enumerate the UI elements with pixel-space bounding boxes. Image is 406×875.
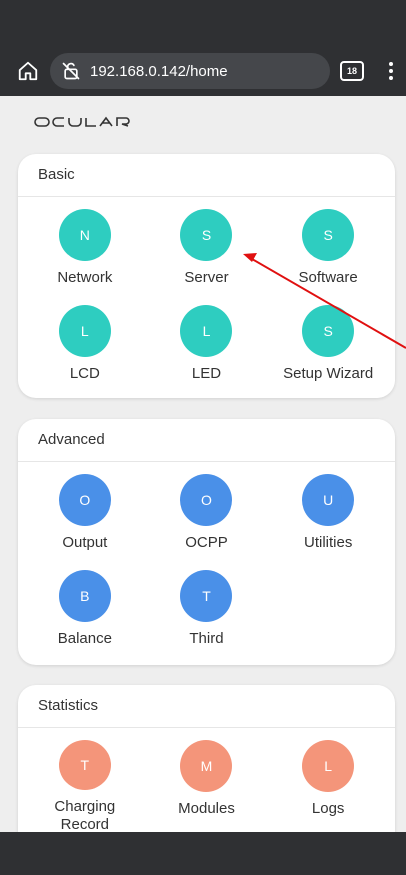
- tile-label: Server: [184, 269, 229, 286]
- tile-label: Output: [62, 534, 108, 551]
- browser-toolbar: 192.168.0.142/home 18: [0, 46, 406, 96]
- tile-label: Balance: [57, 630, 112, 647]
- tile-led[interactable]: L LED: [146, 303, 268, 399]
- software-initial-icon: S: [302, 209, 355, 261]
- tile-label: LCD: [69, 365, 100, 382]
- section-title-statistics: Statistics: [18, 685, 395, 728]
- tile-software[interactable]: S Software: [267, 207, 389, 303]
- tile-server[interactable]: S Server: [146, 207, 268, 303]
- setup-wizard-initial-icon: S: [302, 305, 355, 357]
- tile-label: Third: [189, 630, 224, 647]
- tile-label: Charging Record: [54, 798, 116, 832]
- ocular-logo: [34, 114, 144, 130]
- tile-charging-record[interactable]: T Charging Record: [24, 738, 146, 832]
- charging-record-initial-icon: T: [58, 740, 111, 790]
- third-initial-icon: T: [180, 570, 233, 622]
- tile-label: Modules: [178, 800, 235, 817]
- basic-card: Basic N Network S Server S Software L LC…: [18, 154, 395, 398]
- tile-output[interactable]: O Output: [24, 472, 146, 568]
- tile-ocpp[interactable]: O OCPP: [146, 472, 268, 568]
- lcd-initial-icon: L: [58, 305, 111, 357]
- not-secure-lock-icon[interactable]: [60, 60, 82, 82]
- ocpp-initial-icon: O: [180, 474, 233, 526]
- server-initial-icon: S: [180, 209, 233, 261]
- address-bar[interactable]: 192.168.0.142/home: [50, 53, 330, 89]
- statistics-card: Statistics T Charging Record M Modules L…: [18, 685, 395, 832]
- network-initial-icon: N: [58, 209, 111, 261]
- tab-switcher-button[interactable]: 18: [340, 61, 364, 81]
- output-initial-icon: O: [58, 474, 111, 526]
- tile-label: Setup Wizard: [283, 365, 374, 382]
- status-bar: [0, 0, 406, 46]
- tile-utilities[interactable]: U Utilities: [267, 472, 389, 568]
- tile-modules[interactable]: M Modules: [146, 738, 268, 832]
- tile-label: LED: [191, 365, 222, 382]
- tile-balance[interactable]: B Balance: [24, 568, 146, 664]
- url-text: 192.168.0.142/home: [90, 62, 228, 80]
- tile-label: Logs: [311, 800, 345, 817]
- tile-third[interactable]: T Third: [146, 568, 268, 664]
- modules-initial-icon: M: [180, 740, 233, 792]
- tile-label: OCPP: [185, 534, 228, 551]
- tile-label: Utilities: [303, 534, 353, 551]
- balance-initial-icon: B: [58, 570, 111, 622]
- page-content: Basic N Network S Server S Software L LC…: [0, 96, 406, 832]
- tile-setup-wizard[interactable]: S Setup Wizard: [267, 303, 389, 399]
- tile-network[interactable]: N Network: [24, 207, 146, 303]
- section-title-advanced: Advanced: [18, 419, 395, 462]
- overflow-menu-icon[interactable]: [384, 59, 398, 83]
- led-initial-icon: L: [180, 305, 233, 357]
- tile-logs[interactable]: L Logs: [267, 738, 389, 832]
- tile-label: Software: [298, 269, 358, 286]
- tile-label: Network: [57, 269, 113, 286]
- tile-lcd[interactable]: L LCD: [24, 303, 146, 399]
- advanced-card: Advanced O Output O OCPP U Utilities B B…: [18, 419, 395, 665]
- section-title-basic: Basic: [18, 154, 395, 197]
- home-icon[interactable]: [14, 57, 42, 85]
- navigation-bar: [0, 832, 406, 875]
- utilities-initial-icon: U: [302, 474, 355, 526]
- logs-initial-icon: L: [302, 740, 355, 792]
